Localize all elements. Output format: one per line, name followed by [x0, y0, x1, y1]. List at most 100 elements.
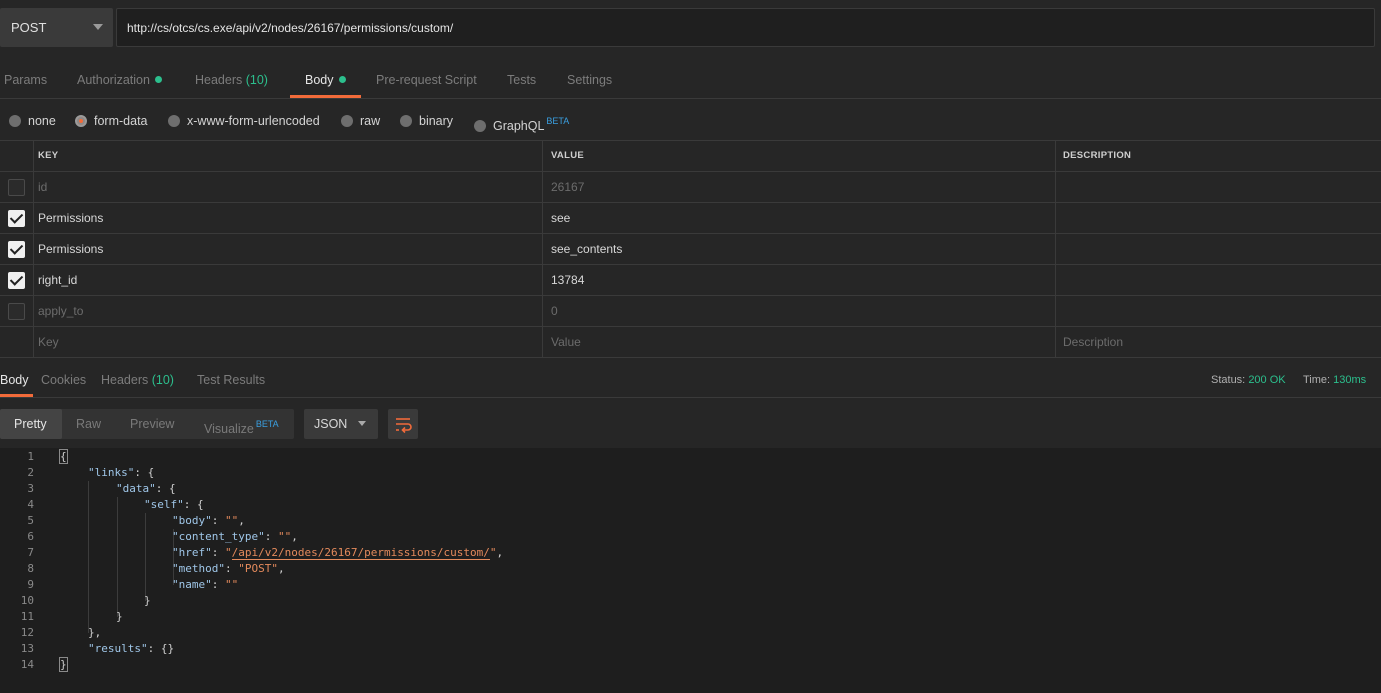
column-header-value: VALUE — [542, 141, 1055, 171]
checkbox-checked[interactable] — [8, 272, 25, 289]
line-number: 7 — [27, 546, 34, 559]
tab-authorization[interactable]: Authorization — [77, 62, 162, 98]
row-value[interactable]: see — [542, 203, 1055, 233]
view-preview-button[interactable]: Preview — [130, 409, 174, 439]
url-input[interactable]: http://cs/otcs/cs.exe/api/v2/nodes/26167… — [116, 8, 1375, 47]
body-type-selector: none form-data x-www-form-urlencoded raw… — [0, 100, 1381, 140]
format-label: JSON — [314, 417, 348, 431]
row-key[interactable]: apply_to — [33, 296, 542, 326]
code-line: 11} — [0, 609, 1381, 625]
request-bar: POST http://cs/otcs/cs.exe/api/v2/nodes/… — [0, 0, 1381, 56]
code-text: "href": "/api/v2/nodes/26167/permissions… — [172, 546, 504, 560]
response-status: Status: 200 OK — [1211, 374, 1286, 386]
radio-x-www-form-urlencoded[interactable]: x-www-form-urlencoded — [168, 111, 320, 131]
row-value[interactable]: 0 — [542, 296, 1055, 326]
row-value[interactable]: 26167 — [542, 172, 1055, 202]
response-tab-headers[interactable]: Headers (10) — [101, 363, 174, 397]
code-text: "method": "POST", — [172, 562, 285, 575]
new-row: Key Value Description — [0, 327, 1381, 358]
response-body-editor[interactable]: 1{2 "links": {3 "data": {4 "self": {5 "body"… — [0, 448, 1381, 693]
code-line: 9 "name": "" — [0, 577, 1381, 593]
new-description-input[interactable]: Description — [1055, 327, 1381, 357]
view-visualize-button[interactable]: Visualize BETA — [204, 409, 279, 439]
indicator-dot-icon — [154, 76, 162, 83]
line-number: 10 — [20, 594, 34, 607]
table-row: right_id 13784 — [0, 265, 1381, 296]
radio-selected-icon — [75, 115, 87, 127]
response-tab-body[interactable]: Body — [0, 363, 33, 397]
tab-tests[interactable]: Tests — [507, 62, 536, 98]
line-number: 11 — [20, 610, 34, 623]
code-text: } — [59, 657, 68, 672]
response-tab-cookies[interactable]: Cookies — [41, 363, 86, 397]
response-tab-test-results[interactable]: Test Results — [197, 363, 265, 397]
row-key[interactable]: right_id — [33, 265, 542, 295]
code-line: 1{ — [0, 449, 1381, 465]
code-text: "name": "" — [172, 578, 239, 591]
line-number: 13 — [20, 642, 34, 655]
active-tab-underline — [0, 394, 33, 397]
tab-headers[interactable]: Headers (10) — [195, 62, 268, 98]
radio-graphql[interactable]: GraphQL BETA — [474, 111, 569, 133]
chevron-down-icon — [358, 421, 366, 426]
new-value-input[interactable]: Value — [542, 327, 1055, 357]
radio-binary[interactable]: binary — [400, 111, 453, 131]
row-description[interactable] — [1055, 203, 1381, 233]
row-description[interactable] — [1055, 172, 1381, 202]
row-key[interactable]: Permissions — [33, 203, 542, 233]
row-value[interactable]: 13784 — [542, 265, 1055, 295]
method-select[interactable]: POST — [0, 8, 113, 47]
wrap-lines-button[interactable] — [388, 409, 418, 439]
radio-icon — [341, 115, 353, 127]
radio-icon — [168, 115, 180, 127]
code-text: "self": { — [144, 498, 204, 511]
status-code: 200 OK — [1248, 374, 1286, 386]
line-number: 9 — [27, 578, 34, 591]
table-row: Permissions see — [0, 203, 1381, 234]
tab-body[interactable]: Body — [290, 62, 361, 98]
format-select[interactable]: JSON — [304, 409, 378, 439]
code-line: 8 "method": "POST", — [0, 561, 1381, 577]
checkbox-checked[interactable] — [8, 210, 25, 227]
checkbox-unchecked[interactable] — [8, 179, 25, 196]
row-key[interactable]: Permissions — [33, 234, 542, 264]
request-tabs: Params Authorization Headers (10) Body P… — [0, 62, 1381, 99]
radio-icon — [9, 115, 21, 127]
radio-raw[interactable]: raw — [341, 111, 380, 131]
new-key-input[interactable]: Key — [33, 327, 542, 357]
radio-none[interactable]: none — [9, 111, 56, 131]
code-text: }, — [88, 626, 102, 639]
time-value: 130ms — [1333, 374, 1367, 386]
row-description[interactable] — [1055, 265, 1381, 295]
line-number: 6 — [27, 530, 34, 543]
row-value[interactable]: see_contents — [542, 234, 1055, 264]
view-raw-button[interactable]: Raw — [76, 409, 101, 439]
code-line: 10} — [0, 593, 1381, 609]
response-tabs: Body Cookies Headers (10) Test Results S… — [0, 363, 1381, 398]
code-line: 12}, — [0, 625, 1381, 641]
url-text: http://cs/otcs/cs.exe/api/v2/nodes/26167… — [127, 20, 454, 35]
code-text: "results": {} — [88, 642, 175, 655]
line-number: 1 — [27, 450, 34, 463]
line-number: 8 — [27, 562, 34, 575]
checkbox-unchecked[interactable] — [8, 303, 25, 320]
active-tab-underline — [290, 95, 361, 98]
tab-pre-request-script[interactable]: Pre-request Script — [376, 62, 477, 98]
row-description[interactable] — [1055, 296, 1381, 326]
row-description[interactable] — [1055, 234, 1381, 264]
radio-form-data[interactable]: form-data — [75, 111, 148, 131]
tab-params[interactable]: Params — [4, 62, 47, 98]
table-row: id 26167 — [0, 172, 1381, 203]
radio-icon — [474, 120, 486, 132]
view-pretty-button[interactable]: Pretty — [0, 409, 62, 439]
column-header-description: DESCRIPTION — [1055, 141, 1381, 171]
row-key[interactable]: id — [33, 172, 542, 202]
tab-settings[interactable]: Settings — [567, 62, 612, 98]
code-text: } — [116, 610, 123, 623]
table-row: apply_to 0 — [0, 296, 1381, 327]
checkbox-checked[interactable] — [8, 241, 25, 258]
line-number: 2 — [27, 466, 34, 479]
code-line: 2 "links": { — [0, 465, 1381, 481]
view-mode-group: Pretty Raw Preview Visualize BETA — [0, 409, 294, 439]
line-number: 12 — [20, 626, 34, 639]
